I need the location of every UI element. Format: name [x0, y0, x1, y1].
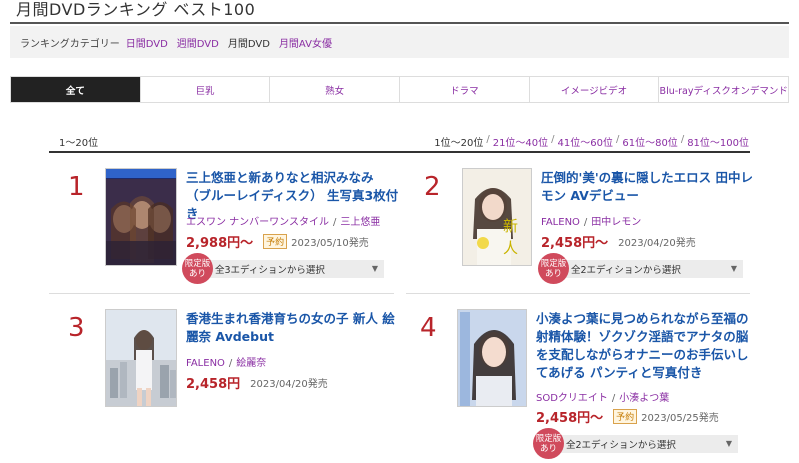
chevron-down-icon: ▼	[725, 439, 732, 448]
edition-select-label: 全3エディションから選択	[215, 264, 325, 276]
page-title: 月間DVDランキング ベスト100	[16, 0, 256, 19]
actress-link[interactable]: 田中レモン	[591, 217, 641, 228]
price: 2,458円〜	[536, 411, 604, 426]
rank-number: 2	[424, 172, 441, 202]
maker-link[interactable]: FALENO	[541, 217, 580, 228]
tab-big-breasts[interactable]: 巨乳	[140, 77, 271, 102]
edition-select[interactable]: 全2エディションから選択 ▼	[560, 434, 738, 453]
tab-image-video[interactable]: イメージビデオ	[529, 77, 660, 102]
edition-row: 限定版 あり 全2エディションから選択 ▼	[533, 428, 738, 459]
category-link-monthly-actress[interactable]: 月間AV女優	[279, 35, 332, 50]
rank-number: 3	[68, 313, 85, 343]
tab-bluray-on-demand[interactable]: Blu-rayディスクオンデマンド	[659, 77, 789, 102]
preorder-badge: 予約	[263, 234, 288, 249]
badge-line-1: 限定版	[184, 258, 211, 269]
range-separator: /	[486, 134, 490, 145]
rank-number: 4	[420, 313, 437, 343]
price: 2,988円〜	[186, 236, 254, 251]
release-date: 2023/05/10発売	[291, 238, 369, 249]
limited-edition-badge: 限定版 あり	[182, 253, 213, 284]
edition-row: 限定版 あり 全2エディションから選択 ▼	[538, 253, 743, 284]
range-link-1-20[interactable]: 1位〜20位	[434, 134, 483, 149]
row-divider	[49, 293, 394, 294]
maker-line: エスワン ナンバーワンスタイル / 三上悠亜	[186, 217, 381, 228]
genre-tabs: 全て 巨乳 熟女 ドラマ イメージビデオ Blu-rayディスクオンデマンド	[10, 76, 789, 103]
range-separator: /	[680, 134, 685, 145]
actress-link[interactable]: 三上悠亜	[340, 217, 380, 228]
maker-line: FALENO / 絵麗奈	[186, 358, 267, 369]
edition-select-label: 全2エディションから選択	[571, 264, 681, 276]
preorder-badge: 予約	[613, 409, 638, 424]
price: 2,458円〜	[541, 236, 609, 251]
cover-image[interactable]: 新 人	[462, 168, 532, 266]
maker-link[interactable]: エスワン ナンバーワンスタイル	[186, 217, 329, 228]
item-title[interactable]: 香港生まれ香港育ちの女の子 新人 絵麗奈 Avdebut	[186, 310, 401, 346]
maker-line: SODクリエイト / 小湊よつ葉	[536, 393, 670, 404]
release-date: 2023/05/25発売	[641, 413, 719, 424]
tab-all[interactable]: 全て	[11, 77, 141, 102]
range-row: 1〜20位 1位〜20位 / 21位〜40位 / 41位〜60位 / 61位〜8…	[49, 134, 749, 152]
price-row: 2,458円 2023/04/20発売	[186, 373, 328, 392]
price-row: 2,988円〜 予約 2023/05/10発売	[186, 232, 369, 251]
range-link-21-40[interactable]: 21位〜40位	[493, 134, 548, 149]
svg-text:新: 新	[503, 217, 518, 235]
category-link-weekly[interactable]: 週間DVD	[177, 35, 219, 50]
actress-link[interactable]: 小湊よつ葉	[619, 393, 669, 404]
edition-select-label: 全2エディションから選択	[566, 439, 676, 451]
limited-edition-badge: 限定版 あり	[533, 428, 564, 459]
range-current: 1〜20位	[59, 138, 99, 149]
range-link-41-60[interactable]: 41位〜60位	[558, 134, 613, 149]
tab-mature[interactable]: 熟女	[270, 77, 401, 102]
badge-line-1: 限定版	[535, 433, 562, 444]
badge-line-1: 限定版	[540, 258, 567, 269]
category-link-monthly[interactable]: 月間DVD	[228, 35, 270, 50]
tab-drama[interactable]: ドラマ	[400, 77, 530, 102]
category-bar: ランキングカテゴリー 日間DVD 週間DVD 月間DVD 月間AV女優	[10, 26, 789, 58]
item-title[interactable]: 小湊よつ葉に見つめられながら至福の射精体験！ゾクゾク淫語でアナタの脳を支配しなが…	[536, 310, 753, 382]
row-divider	[406, 293, 750, 294]
edition-row: 限定版 あり 全3エディションから選択 ▼	[182, 253, 384, 284]
range-separator: /	[615, 134, 620, 145]
edition-select[interactable]: 全3エディションから選択 ▼	[209, 259, 384, 278]
title-rule	[10, 22, 789, 24]
badge-line-2: あり	[539, 443, 557, 454]
price: 2,458円	[186, 377, 241, 392]
range-link-81-100[interactable]: 81位〜100位	[687, 134, 749, 149]
range-link-61-80[interactable]: 61位〜80位	[622, 134, 677, 149]
cover-image[interactable]	[105, 309, 177, 407]
release-date: 2023/04/20発売	[618, 238, 696, 249]
price-row: 2,458円〜 予約 2023/05/25発売	[536, 407, 719, 426]
rank-number: 1	[68, 172, 85, 202]
limited-edition-badge: 限定版 あり	[538, 253, 569, 284]
maker-line: FALENO / 田中レモン	[541, 217, 642, 228]
category-label: ランキングカテゴリー	[20, 38, 120, 50]
chevron-down-icon: ▼	[371, 264, 378, 273]
chevron-down-icon: ▼	[730, 264, 737, 273]
maker-link[interactable]: SODクリエイト	[536, 393, 608, 404]
svg-text:人: 人	[503, 239, 518, 257]
category-link-daily[interactable]: 日間DVD	[126, 35, 168, 50]
range-separator: /	[551, 134, 555, 145]
cover-image[interactable]	[105, 168, 177, 266]
range-pagination: 1位〜20位 / 21位〜40位 / 41位〜60位 / 61位〜80位 / 8…	[434, 134, 749, 149]
price-row: 2,458円〜 2023/04/20発売	[541, 232, 696, 251]
badge-line-2: あり	[188, 268, 206, 279]
range-rule	[49, 151, 750, 153]
maker-link[interactable]: FALENO	[186, 358, 225, 369]
badge-line-2: あり	[544, 268, 562, 279]
edition-select[interactable]: 全2エディションから選択 ▼	[565, 259, 743, 278]
cover-image[interactable]	[457, 309, 527, 407]
item-title[interactable]: 圧倒的'美'の裏に隠したエロス 田中レモン AVデビュー	[541, 169, 753, 205]
actress-link[interactable]: 絵麗奈	[236, 358, 266, 369]
release-date: 2023/04/20発売	[250, 379, 328, 390]
